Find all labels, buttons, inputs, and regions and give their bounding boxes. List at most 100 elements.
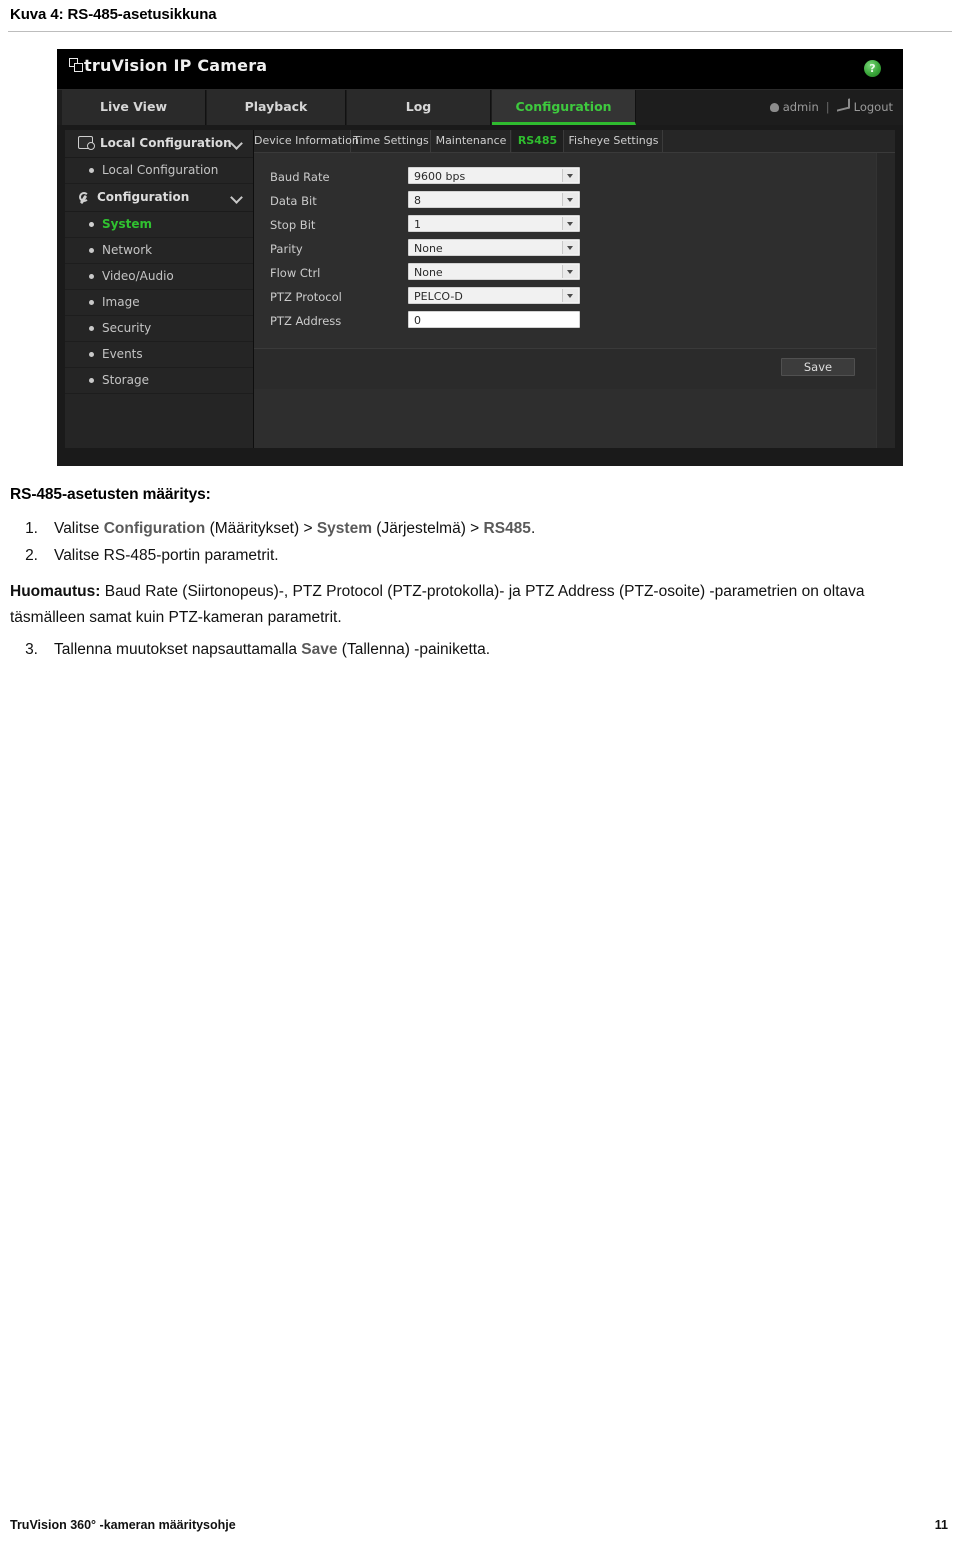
sidebar-item-image[interactable]: Image	[65, 290, 253, 316]
truvision-logo-icon	[69, 58, 84, 73]
vertical-scrollbar[interactable]	[876, 153, 895, 448]
step-item-3: 3. Tallenna muutokset napsauttamalla Sav…	[10, 637, 928, 663]
nav-tab-configuration[interactable]: Configuration	[492, 90, 636, 125]
field-value: 0	[414, 314, 421, 327]
rs485-form: Baud Rate 9600 bps Data Bit 8 Stop Bit 1…	[254, 153, 895, 448]
chevron-down-icon[interactable]	[230, 137, 243, 150]
section-title: RS-485-asetusten määritys:	[10, 486, 211, 503]
sidebar-group-configuration[interactable]: Configuration	[65, 184, 253, 212]
ui-keyword: Configuration	[103, 520, 206, 537]
step-item-1: 1. Valitse Configuration (Määritykset) >…	[10, 516, 928, 542]
step-number: 2.	[25, 547, 38, 564]
account-area: admin | Logout	[769, 90, 893, 125]
sidebar-item-events[interactable]: Events	[65, 342, 253, 368]
field-label: Baud Rate	[270, 170, 330, 184]
ui-keyword: RS485	[483, 520, 531, 537]
nav-tab-playback[interactable]: Playback	[207, 90, 346, 125]
step-text-fragment: .	[530, 520, 536, 537]
steps-list: 1. Valitse Configuration (Määritykset) >…	[10, 516, 928, 569]
camera-ui-body: Local Configuration Local Configuration …	[57, 125, 903, 466]
wrench-icon	[78, 192, 90, 204]
field-value: None	[414, 266, 443, 279]
field-value: 9600 bps	[414, 170, 466, 183]
logout-icon[interactable]	[836, 98, 850, 112]
step-text-fragment: (Tallenna) -painiketta.	[337, 641, 490, 658]
stop-bit-select[interactable]: 1	[408, 215, 580, 232]
field-value: 8	[414, 194, 421, 207]
form-footer: Save	[254, 348, 877, 389]
chevron-down-icon[interactable]	[562, 169, 578, 182]
step-text: Valitse Configuration (Määritykset) > Sy…	[54, 520, 535, 537]
sidebar-item-security[interactable]: Security	[65, 316, 253, 342]
field-label: PTZ Address	[270, 314, 342, 328]
camera-ui-screenshot: truVision IP Camera ? Live View Playback…	[57, 49, 903, 466]
content-pane: Device Information Time Settings Mainten…	[254, 130, 895, 448]
sidebar: Local Configuration Local Configuration …	[65, 130, 254, 448]
tab-device-information[interactable]: Device Information	[254, 130, 359, 152]
save-button[interactable]: Save	[781, 358, 855, 376]
sidebar-item-storage[interactable]: Storage	[65, 368, 253, 394]
step-item-2: 2. Valitse RS-485-portin parametrit.	[10, 543, 928, 569]
step-text-fragment: Tallenna muutokset napsauttamalla	[54, 641, 302, 658]
caption-divider	[8, 31, 952, 32]
data-bit-select[interactable]: 8	[408, 191, 580, 208]
user-icon	[769, 103, 779, 112]
ui-keyword: Save	[301, 641, 338, 658]
field-label: Flow Ctrl	[270, 266, 321, 280]
baud-rate-select[interactable]: 9600 bps	[408, 167, 580, 184]
figure-caption: Kuva 4: RS-485-asetusikkuna	[10, 6, 217, 23]
chevron-down-icon[interactable]	[562, 265, 578, 278]
step-text: Valitse RS-485-portin parametrit.	[54, 547, 279, 564]
username-label: admin	[782, 100, 819, 114]
field-label: Parity	[270, 242, 303, 256]
field-label: Data Bit	[270, 194, 317, 208]
field-value: None	[414, 242, 443, 255]
step-text-fragment: (Järjestelmä) >	[371, 520, 484, 537]
tab-time-settings[interactable]: Time Settings	[352, 130, 431, 152]
field-label: Stop Bit	[270, 218, 316, 232]
nav-tab-live-view[interactable]: Live View	[62, 90, 206, 125]
tab-fisheye-settings[interactable]: Fisheye Settings	[565, 130, 663, 152]
sidebar-item-video-audio[interactable]: Video/Audio	[65, 264, 253, 290]
sidebar-item-network[interactable]: Network	[65, 238, 253, 264]
chevron-down-icon[interactable]	[562, 289, 578, 302]
footer-page-number: 11	[934, 1518, 948, 1532]
step-text-fragment: (Määritykset) >	[205, 520, 317, 537]
field-value: PELCO-D	[414, 290, 463, 303]
chevron-down-icon[interactable]	[562, 217, 578, 230]
ptz-protocol-select[interactable]: PELCO-D	[408, 287, 580, 304]
help-icon[interactable]: ?	[864, 60, 881, 77]
chevron-down-icon[interactable]	[230, 191, 243, 204]
sidebar-group-local-configuration[interactable]: Local Configuration	[65, 130, 253, 158]
account-separator: |	[825, 100, 830, 114]
tab-maintenance[interactable]: Maintenance	[432, 130, 511, 152]
nav-tab-log[interactable]: Log	[347, 90, 491, 125]
main-nav: Live View Playback Log Configuration adm…	[57, 89, 903, 125]
sidebar-item-local-configuration[interactable]: Local Configuration	[65, 158, 253, 184]
parity-select[interactable]: None	[408, 239, 580, 256]
monitor-icon	[78, 136, 95, 150]
brand-title: truVision IP Camera	[84, 56, 268, 75]
step-text-fragment: Valitse RS-485-portin parametrit.	[54, 547, 279, 564]
tab-rs485[interactable]: RS485	[512, 130, 564, 152]
step-text-fragment: Valitse	[54, 520, 104, 537]
sub-tab-bar: Device Information Time Settings Mainten…	[254, 130, 895, 153]
step-text: Tallenna muutokset napsauttamalla Save (…	[54, 641, 490, 658]
sidebar-group-label: Configuration	[97, 190, 190, 204]
chevron-down-icon[interactable]	[562, 193, 578, 206]
document-body: RS-485-asetusten määritys: 1. Valitse Co…	[10, 486, 928, 664]
sidebar-group-label: Local Configuration	[100, 136, 232, 150]
brand-bar: truVision IP Camera ?	[57, 49, 903, 89]
sidebar-item-system[interactable]: System	[65, 212, 253, 238]
note-text: Baud Rate (Siirtonopeus)-, PTZ Protocol …	[10, 583, 865, 626]
step-number: 1.	[25, 520, 38, 537]
note-paragraph: Huomautus: Baud Rate (Siirtonopeus)-, PT…	[10, 579, 928, 631]
flow-ctrl-select[interactable]: None	[408, 263, 580, 280]
ui-keyword: System	[316, 520, 372, 537]
ptz-address-input[interactable]: 0	[408, 311, 580, 328]
form-sheet: Baud Rate 9600 bps Data Bit 8 Stop Bit 1…	[254, 153, 877, 448]
chevron-down-icon[interactable]	[562, 241, 578, 254]
step-number: 3.	[25, 641, 38, 658]
logout-label[interactable]: Logout	[854, 100, 893, 114]
steps-list-continued: 3. Tallenna muutokset napsauttamalla Sav…	[10, 637, 928, 663]
